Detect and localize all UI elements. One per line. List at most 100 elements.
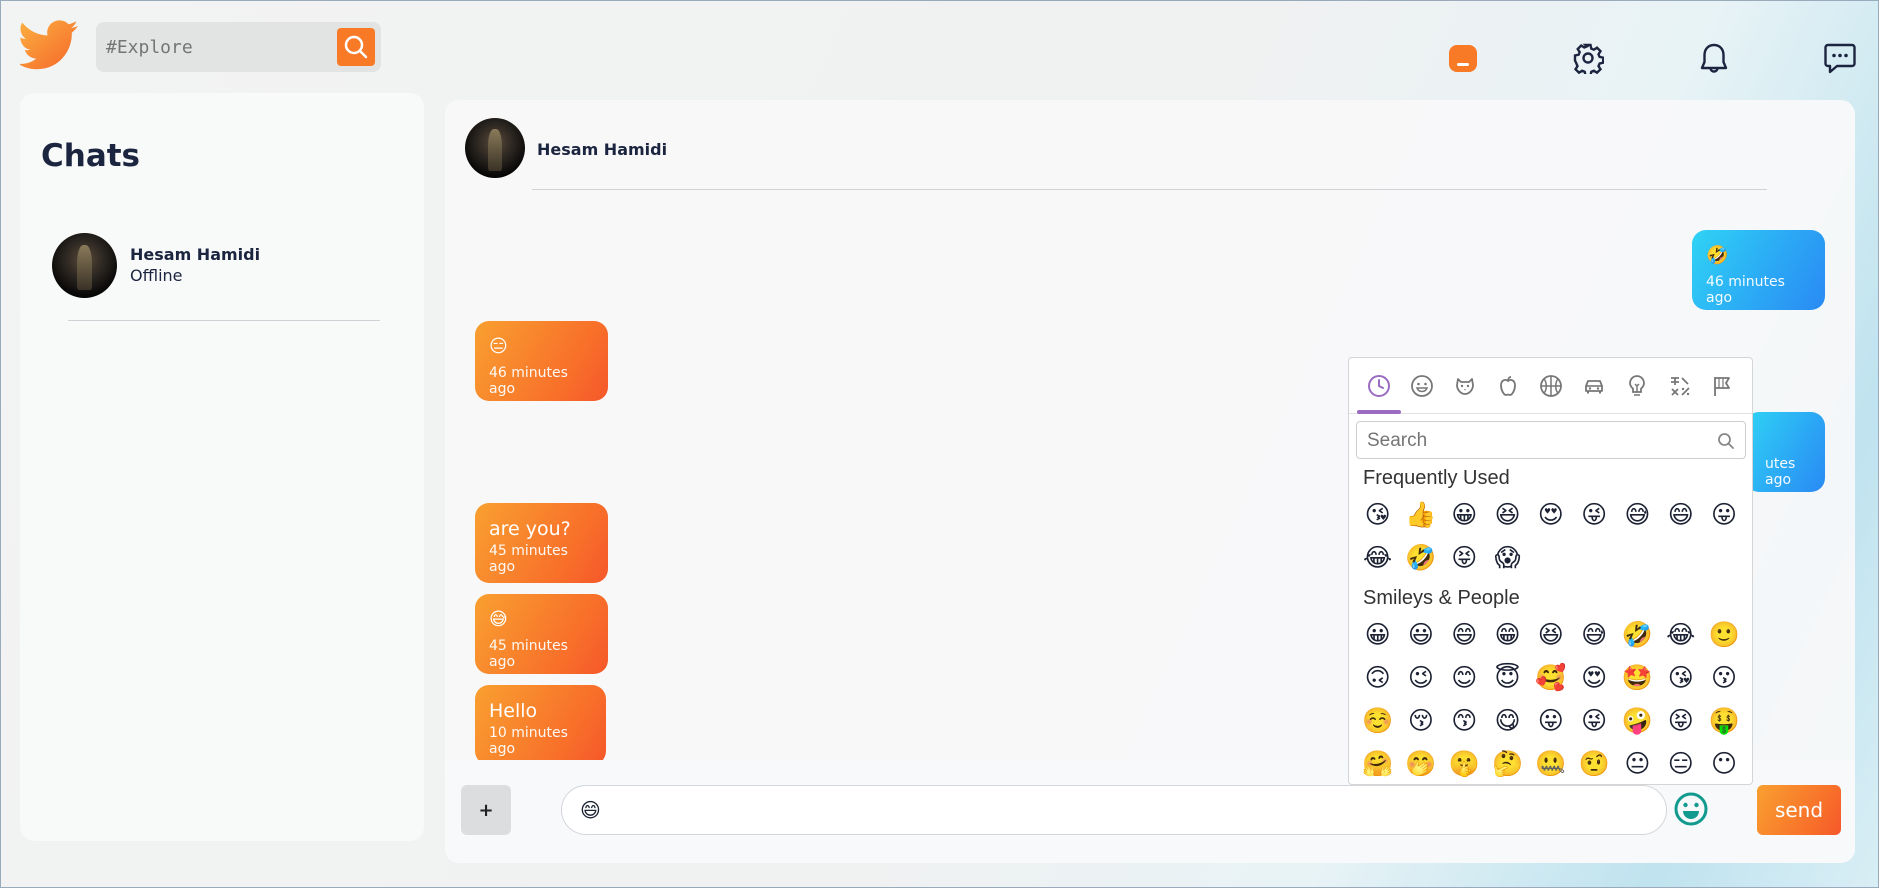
section-title-frequently-used: Frequently Used: [1363, 467, 1510, 489]
emoji-button[interactable]: 😑: [1659, 742, 1702, 784]
emoji-button[interactable]: 😜: [1572, 493, 1615, 536]
emoji-button[interactable]: 😅: [1572, 613, 1615, 656]
emoji-button[interactable]: 😐: [1616, 742, 1659, 784]
emoji-button[interactable]: 😂: [1356, 536, 1399, 579]
emoji-button[interactable]: 😝: [1443, 536, 1486, 579]
message-text: 😅: [489, 609, 508, 630]
message-input[interactable]: 😄: [561, 785, 1667, 835]
emoji-button[interactable]: 😶: [1702, 742, 1745, 784]
contact-divider: [68, 320, 380, 321]
emoji-search-input[interactable]: [1367, 429, 1707, 453]
message-text: 🤣: [1706, 245, 1729, 266]
message-bubble-out: utes ago: [1745, 412, 1825, 492]
section-title-smileys-people: Smileys & People: [1363, 587, 1520, 609]
twitter-logo-icon[interactable]: [18, 20, 80, 72]
emoji-button[interactable]: 😉: [1399, 656, 1442, 699]
search-icon: [1718, 433, 1734, 449]
emoji-button[interactable]: 😝: [1659, 699, 1702, 742]
emoji-button[interactable]: 🤩: [1616, 656, 1659, 699]
emoji-button[interactable]: ☺️: [1356, 699, 1399, 742]
food-icon[interactable]: [1494, 372, 1522, 400]
emoji-button[interactable]: 🤔: [1486, 742, 1529, 784]
search-icon: [344, 35, 368, 59]
emoji-button[interactable]: 😃: [1399, 613, 1442, 656]
emoji-button[interactable]: 😍: [1572, 656, 1615, 699]
emoji-button[interactable]: 😗: [1702, 656, 1745, 699]
message-bubble-in: 😅 45 minutes ago: [475, 594, 608, 674]
emoji-search-box: [1356, 421, 1746, 459]
contact-status: Offline: [130, 266, 183, 285]
gear-icon[interactable]: [1570, 40, 1606, 76]
emoji-button[interactable]: 😍: [1529, 493, 1572, 536]
emoji-button[interactable]: 🤫: [1443, 742, 1486, 784]
emoji-button[interactable]: 🥰: [1529, 656, 1572, 699]
search-button[interactable]: [337, 28, 375, 66]
emoji-button[interactable]: 🤗: [1356, 742, 1399, 784]
emoji-button[interactable]: 😚: [1399, 699, 1442, 742]
emoji-button[interactable]: 😁: [1486, 613, 1529, 656]
emoji-button[interactable]: 🤐: [1529, 742, 1572, 784]
chat-icon[interactable]: [1822, 40, 1858, 76]
attach-button[interactable]: +: [461, 785, 511, 835]
emoji-button[interactable]: 😱: [1486, 536, 1529, 579]
emoji-button[interactable]: 😙: [1443, 699, 1486, 742]
emoji-button[interactable]: 🤭: [1399, 742, 1442, 784]
emoji-button[interactable]: 🤪: [1616, 699, 1659, 742]
emoji-toggle-icon[interactable]: [1673, 791, 1711, 829]
message-time: utes ago: [1765, 456, 1796, 488]
emoji-button[interactable]: 😛: [1529, 699, 1572, 742]
home-icon[interactable]: [1445, 40, 1481, 76]
flags-icon[interactable]: [1709, 372, 1737, 400]
travel-icon[interactable]: [1580, 372, 1608, 400]
bell-icon[interactable]: [1696, 40, 1732, 76]
message-bubble-out: 🤣 46 minutes ago: [1692, 230, 1825, 310]
emoji-button[interactable]: 😄: [1659, 493, 1702, 536]
message-time: 45 minutes ago: [489, 543, 568, 575]
explore-search-input[interactable]: [106, 34, 326, 60]
smiley-icon[interactable]: [1408, 372, 1436, 400]
contact-item[interactable]: Hesam Hamidi Offline: [52, 233, 382, 298]
symbols-icon[interactable]: [1666, 372, 1694, 400]
header-divider: [532, 189, 1767, 190]
message-time: 46 minutes ago: [1706, 274, 1785, 306]
active-tab-indicator: [1357, 410, 1401, 414]
message-text: Hello: [489, 700, 538, 722]
emoji-button[interactable]: 😛: [1702, 493, 1745, 536]
emoji-button[interactable]: 😜: [1572, 699, 1615, 742]
animal-icon[interactable]: [1451, 372, 1479, 400]
message-time: 10 minutes ago: [489, 725, 568, 757]
emoji-button[interactable]: 😊: [1443, 656, 1486, 699]
emoji-button[interactable]: 😄: [1443, 613, 1486, 656]
emoji-button[interactable]: 🤨: [1572, 742, 1615, 784]
emoji-button[interactable]: 😋: [1486, 699, 1529, 742]
explore-search-box: [96, 22, 381, 72]
send-button[interactable]: send: [1757, 785, 1841, 835]
emoji-button[interactable]: 😇: [1486, 656, 1529, 699]
emoji-button[interactable]: 😀: [1356, 613, 1399, 656]
emoji-button[interactable]: 😘: [1356, 493, 1399, 536]
chat-header-avatar[interactable]: [465, 118, 525, 178]
objects-icon[interactable]: [1623, 372, 1651, 400]
emoji-button[interactable]: 😆: [1486, 493, 1529, 536]
sports-icon[interactable]: [1537, 372, 1565, 400]
emoji-button[interactable]: 🙂: [1702, 613, 1745, 656]
emoji-category-tabs: [1349, 358, 1752, 414]
emoji-button[interactable]: 😘: [1659, 656, 1702, 699]
message-text: 😑: [489, 336, 508, 357]
emoji-button[interactable]: 😆: [1529, 613, 1572, 656]
emoji-button[interactable]: 👍: [1399, 493, 1442, 536]
avatar: [52, 233, 117, 298]
emoji-button[interactable]: 🙃: [1356, 656, 1399, 699]
emoji-button[interactable]: 🤣: [1616, 613, 1659, 656]
message-bubble-in: Hello 10 minutes ago: [475, 685, 606, 765]
emoji-button[interactable]: 😂: [1659, 613, 1702, 656]
message-bubble-in: 😑 46 minutes ago: [475, 321, 608, 401]
emoji-button[interactable]: 😅: [1616, 493, 1659, 536]
message-text: are you?: [489, 518, 571, 540]
emoji-grid-frequently-used: 😘 👍 😀 😆 😍 😜 😅 😄 😛 😂 🤣 😝 😱: [1356, 493, 1746, 579]
emoji-button[interactable]: 😀: [1443, 493, 1486, 536]
emoji-button[interactable]: 🤑: [1702, 699, 1745, 742]
emoji-picker: Frequently Used 😘👍😀😆😍😜😅😄😛😂🤣😝😱 Smileys & …: [1348, 357, 1753, 785]
emoji-button[interactable]: 🤣: [1399, 536, 1442, 579]
clock-icon[interactable]: [1365, 372, 1393, 400]
